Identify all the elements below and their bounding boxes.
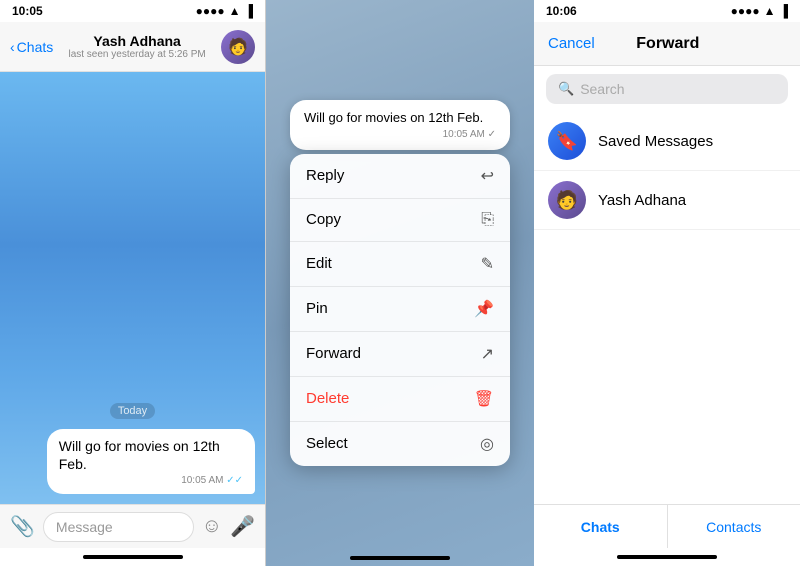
copy-icon: ⎘ xyxy=(481,211,494,229)
chat-panel: 10:05 ●●●● ▲ ▐ ‹ Chats Yash Adhana last … xyxy=(0,0,266,566)
context-menu-panel: Will go for movies on 12th Feb. 10:05 AM… xyxy=(266,0,534,566)
status-icons-3: ●●●● ▲ ▐ xyxy=(731,4,788,18)
edit-label: Edit xyxy=(306,255,332,272)
context-item-select[interactable]: Select ◎ xyxy=(290,422,510,466)
status-bar-3: 10:06 ●●●● ▲ ▐ xyxy=(534,0,800,22)
date-label: Today xyxy=(110,403,155,419)
status-icons-1: ●●●● ▲ ▐ xyxy=(196,4,253,18)
user-avatar: 🧑 xyxy=(548,181,586,219)
home-bar xyxy=(83,555,183,559)
forward-header: Cancel Forward xyxy=(534,22,800,66)
chevron-left-icon: ‹ xyxy=(10,39,15,55)
select-label: Select xyxy=(306,435,348,452)
signal-icon: ●●●● xyxy=(196,4,225,18)
context-item-delete[interactable]: Delete 🗑 xyxy=(290,377,510,422)
delete-icon: 🗑 xyxy=(474,389,494,409)
back-button[interactable]: ‹ Chats xyxy=(10,39,53,55)
user-name: Yash Adhana xyxy=(598,192,686,209)
preview-time: 10:05 AM ✓ xyxy=(304,129,496,140)
home-indicator-2 xyxy=(266,556,534,560)
saved-messages-name: Saved Messages xyxy=(598,133,713,150)
message-time: 10:05 AM ✓✓ xyxy=(59,475,243,486)
context-item-edit[interactable]: Edit ✎ xyxy=(290,242,510,287)
saved-messages-avatar: 🔖 xyxy=(548,122,586,160)
tab-contacts[interactable]: Contacts xyxy=(668,505,800,548)
reply-label: Reply xyxy=(306,167,344,184)
forward-tab-bar: Chats Contacts xyxy=(534,504,800,548)
forward-title: Forward xyxy=(636,35,699,53)
read-tick: ✓✓ xyxy=(226,475,243,486)
wifi-icon-3: ▲ xyxy=(764,4,776,18)
battery-icon-3: ▐ xyxy=(779,4,788,18)
pin-icon: 📌 xyxy=(474,299,494,319)
context-item-pin[interactable]: Pin 📌 xyxy=(290,287,510,332)
context-item-forward[interactable]: Forward ↗ xyxy=(290,332,510,377)
forward-label: Forward xyxy=(306,345,361,362)
copy-label: Copy xyxy=(306,211,341,228)
message-preview: Will go for movies on 12th Feb. 10:05 AM… xyxy=(290,100,510,150)
battery-icon: ▐ xyxy=(244,4,253,18)
contact-info: Yash Adhana last seen yesterday at 5:26 … xyxy=(53,33,221,60)
tab-chats[interactable]: Chats xyxy=(534,505,668,548)
emoji-icon[interactable]: ☺ xyxy=(202,515,222,538)
edit-icon: ✎ xyxy=(481,254,494,274)
context-item-reply[interactable]: Reply ↩ xyxy=(290,154,510,199)
home-indicator-3 xyxy=(534,548,800,566)
message-text: Will go for movies on 12th Feb. xyxy=(59,437,243,473)
time-1: 10:05 xyxy=(12,4,43,18)
attachment-icon[interactable]: 📎 xyxy=(10,514,35,539)
pin-label: Pin xyxy=(306,300,328,317)
forward-contact-list: 🔖 Saved Messages 🧑 Yash Adhana xyxy=(534,112,800,504)
forward-search-bar[interactable]: 🔍 Search xyxy=(546,74,788,104)
back-label: Chats xyxy=(17,39,54,55)
contact-avatar: 🧑 xyxy=(221,30,255,64)
chat-input-bar: 📎 Message ☺ 🎤 xyxy=(0,504,265,548)
voice-icon[interactable]: 🎤 xyxy=(230,514,255,539)
context-item-copy[interactable]: Copy ⎘ xyxy=(290,199,510,242)
chat-header: ‹ Chats Yash Adhana last seen yesterday … xyxy=(0,22,265,72)
reply-icon: ↩ xyxy=(481,166,494,186)
cancel-button[interactable]: Cancel xyxy=(548,35,595,52)
contact-name: Yash Adhana xyxy=(53,33,221,49)
status-bar-1: 10:05 ●●●● ▲ ▐ xyxy=(0,0,265,22)
wifi-icon: ▲ xyxy=(229,4,241,18)
message-bubble: Will go for movies on 12th Feb. 10:05 AM… xyxy=(47,429,255,494)
time-3: 10:06 xyxy=(546,4,577,18)
forward-icon: ↗ xyxy=(481,344,494,364)
chat-background: Today Will go for movies on 12th Feb. 10… xyxy=(0,72,265,504)
preview-text: Will go for movies on 12th Feb. xyxy=(304,110,496,127)
signal-icon-3: ●●●● xyxy=(731,4,760,18)
select-icon: ◎ xyxy=(480,434,494,454)
home-indicator-1 xyxy=(0,548,265,566)
home-bar-3 xyxy=(617,555,717,559)
search-placeholder: Search xyxy=(580,81,624,97)
contact-status: last seen yesterday at 5:26 PM xyxy=(53,49,221,60)
forward-panel: 10:06 ●●●● ▲ ▐ Cancel Forward 🔍 Search 🔖… xyxy=(534,0,800,566)
context-area: Will go for movies on 12th Feb. 10:05 AM… xyxy=(290,100,510,466)
list-item-saved[interactable]: 🔖 Saved Messages xyxy=(534,112,800,171)
message-input[interactable]: Message xyxy=(43,512,194,542)
home-bar-2 xyxy=(350,556,450,560)
delete-label: Delete xyxy=(306,390,349,407)
context-menu: Reply ↩ Copy ⎘ Edit ✎ Pin 📌 Forward ↗ De… xyxy=(290,154,510,466)
list-item-user[interactable]: 🧑 Yash Adhana xyxy=(534,171,800,230)
search-icon: 🔍 xyxy=(558,81,574,97)
